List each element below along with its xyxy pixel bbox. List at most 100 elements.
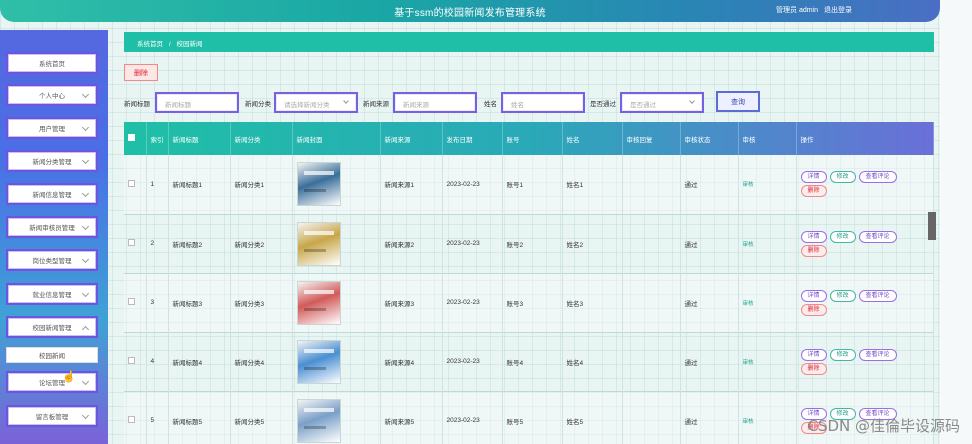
row-checkbox[interactable] xyxy=(128,179,135,187)
chevron-down-icon xyxy=(81,123,90,132)
column-header: 新闻标题 xyxy=(168,122,231,155)
cell-category: 新闻分类4 xyxy=(230,332,293,391)
sidebar-item-label: 校园新闻管理 xyxy=(32,325,72,332)
edit-button[interactable]: 修改 xyxy=(829,171,856,184)
row-actions: 详情 修改 查看评论删除 xyxy=(800,230,911,257)
batch-delete-button[interactable]: 删除 xyxy=(124,64,158,81)
search-category-label: 新闻分类 xyxy=(245,101,271,108)
audit-link[interactable]: 审核 xyxy=(743,242,754,248)
breadcrumb-home[interactable]: 系统首页 xyxy=(137,41,163,48)
sidebar-item[interactable]: 论坛管理 xyxy=(6,371,98,393)
cell-status: 通过 xyxy=(680,273,739,332)
detail-button[interactable]: 详情 xyxy=(800,171,827,184)
audit-link[interactable]: 审核 xyxy=(743,182,754,188)
sidebar-item[interactable]: 新闻审核员管理 xyxy=(6,216,98,238)
news-cover-image xyxy=(296,280,341,325)
category-select-placeholder: 请选择新闻分类 xyxy=(284,102,330,109)
edit-button[interactable]: 修改 xyxy=(829,289,856,302)
sidebar-item[interactable]: 校园新闻 xyxy=(6,347,98,363)
cell-index: 1 xyxy=(146,155,169,214)
cell-reply xyxy=(622,214,681,273)
chevron-down-icon xyxy=(81,189,90,198)
news-table-wrap: 索引 新闻标题 新闻分类 新闻封面 新闻来源 发布日期 账号 姓名 审核回复 审核状态 审核 操作 1… xyxy=(124,122,934,444)
view-comments-button[interactable]: 查看评论 xyxy=(858,230,897,243)
sidebar-item[interactable]: 个人中心 xyxy=(6,84,98,106)
sidebar-item[interactable]: 就业信息管理 xyxy=(6,283,98,305)
search-source-input[interactable]: 新闻来源 xyxy=(393,92,477,113)
detail-button[interactable]: 详情 xyxy=(800,230,827,243)
cover-stripe xyxy=(303,307,326,311)
admin-user-label: 管理员 admin xyxy=(776,7,819,14)
sidebar-item[interactable]: 用户管理 xyxy=(6,117,98,139)
edit-button[interactable]: 修改 xyxy=(829,348,856,361)
sidebar-item-label: 新闻信息管理 xyxy=(32,192,72,199)
detail-button[interactable]: 详情 xyxy=(800,348,827,361)
cover-stripe xyxy=(303,171,334,176)
cell-category: 新闻分类3 xyxy=(230,273,293,332)
cover-stripe xyxy=(303,425,326,429)
sidebar-item[interactable]: 校园新闻管理 xyxy=(6,316,98,338)
row-select-cell xyxy=(124,155,147,214)
row-checkbox[interactable] xyxy=(128,357,135,364)
detail-button[interactable]: 详情 xyxy=(800,289,827,302)
actions-cell: 详情 修改 查看评论删除 xyxy=(796,214,934,273)
view-comments-button[interactable]: 查看评论 xyxy=(858,289,897,302)
audit-link[interactable]: 审核 xyxy=(743,301,754,307)
table-row: 2 新闻标题2 新闻分类2 新闻来源2 2023-02-23 账号2 姓名2 通过 审核 详情 修改… xyxy=(124,214,934,273)
cell-index: 5 xyxy=(146,391,169,444)
cell-status: 通过 xyxy=(680,391,739,444)
audit-cell: 审核 xyxy=(738,214,797,273)
column-header: 发布日期 xyxy=(442,122,503,155)
search-category-select[interactable]: 请选择新闻分类 xyxy=(274,92,358,113)
row-checkbox[interactable] xyxy=(128,298,135,305)
view-comments-button[interactable]: 查看评论 xyxy=(858,171,897,184)
delete-button[interactable]: 删除 xyxy=(800,362,827,375)
audit-link[interactable]: 审核 xyxy=(743,360,754,366)
sidebar-item[interactable]: 系统首页 xyxy=(6,52,98,74)
view-comments-button[interactable]: 查看评论 xyxy=(858,348,897,361)
sidebar-item[interactable]: 新闻分类管理 xyxy=(6,150,98,172)
search-name-input[interactable]: 姓名 xyxy=(501,92,585,113)
search-title-input[interactable]: 新闻标题 xyxy=(155,92,239,113)
search-passed-select[interactable]: 是否通过 xyxy=(620,92,704,113)
column-header: 新闻来源 xyxy=(380,122,443,155)
breadcrumb-separator: / xyxy=(168,41,171,48)
logout-link[interactable]: 退出登录 xyxy=(824,7,852,14)
audit-cell: 审核 xyxy=(738,273,797,332)
table-header-row: 索引 新闻标题 新闻分类 新闻封面 新闻来源 发布日期 账号 姓名 审核回复 审核状态 审核 操作 xyxy=(124,122,934,155)
column-header: 审核回复 xyxy=(622,122,681,155)
scrollbar-thumb[interactable] xyxy=(928,212,936,240)
sidebar-item[interactable]: 岗位类型管理 xyxy=(6,249,98,271)
cell-status: 通过 xyxy=(680,332,739,391)
row-select-cell xyxy=(124,391,147,444)
sidebar-item[interactable]: 新闻信息管理 xyxy=(6,183,98,205)
cell-index: 2 xyxy=(146,214,169,273)
cell-title: 新闻标题1 xyxy=(168,155,231,214)
cover-stripe xyxy=(303,248,326,252)
chevron-down-icon xyxy=(81,377,90,386)
row-actions: 详情 修改 查看评论删除 xyxy=(800,171,911,198)
news-cover-image xyxy=(296,339,341,384)
edit-button[interactable]: 修改 xyxy=(829,230,856,243)
cell-reply xyxy=(622,273,681,332)
row-checkbox[interactable] xyxy=(128,416,135,423)
audit-link[interactable]: 审核 xyxy=(743,419,754,425)
column-header: 审核 xyxy=(738,122,797,155)
cell-reply xyxy=(622,155,681,214)
cover-stripe xyxy=(303,189,326,193)
cover-stripe xyxy=(303,289,334,294)
row-checkbox[interactable] xyxy=(128,239,135,246)
delete-button[interactable]: 删除 xyxy=(800,303,827,316)
delete-button[interactable]: 删除 xyxy=(800,244,827,257)
cell-name: 姓名3 xyxy=(562,273,623,332)
query-button[interactable]: 查询 xyxy=(716,91,760,112)
delete-button[interactable]: 删除 xyxy=(800,185,827,198)
cell-index: 3 xyxy=(146,273,169,332)
select-all-checkbox[interactable] xyxy=(128,134,135,141)
chevron-down-icon xyxy=(81,289,90,298)
cell-category: 新闻分类5 xyxy=(230,391,293,444)
sidebar-item[interactable]: 留言板管理 xyxy=(6,405,98,427)
column-header: 索引 xyxy=(146,122,169,155)
column-header: 操作 xyxy=(796,122,934,155)
news-cover-image xyxy=(296,221,341,266)
